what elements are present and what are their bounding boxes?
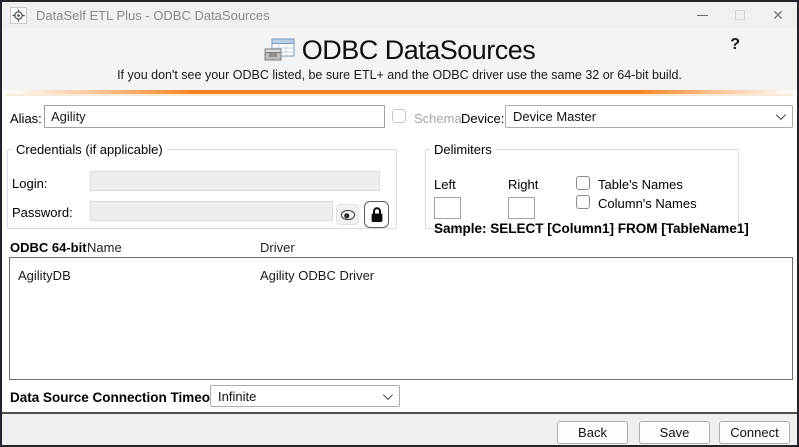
accent-divider (6, 90, 793, 96)
device-label: Device: (461, 111, 504, 126)
left-delimiter-input[interactable] (434, 197, 461, 219)
minimize-button[interactable] (683, 2, 721, 28)
login-input (90, 171, 380, 191)
schema-checkbox[interactable] (392, 109, 406, 123)
credentials-group-title: Credentials (if applicable) (12, 142, 167, 157)
datasource-driver-cell: Agility ODBC Driver (260, 268, 374, 283)
save-button[interactable]: Save (639, 421, 710, 444)
timeout-selected-value: Infinite (218, 389, 256, 404)
lock-password-button[interactable] (364, 201, 389, 228)
odbc-icon (264, 38, 296, 64)
window-title: DataSelf ETL Plus - ODBC DataSources (36, 8, 270, 23)
lock-icon (370, 206, 384, 223)
timeout-label: Data Source Connection Timeout (10, 390, 223, 405)
timeout-select[interactable]: Infinite (210, 385, 400, 407)
maximize-icon (735, 10, 745, 20)
back-button[interactable]: Back (557, 421, 628, 444)
delimiters-group-title: Delimiters (430, 142, 496, 157)
right-delimiter-input[interactable] (508, 197, 535, 219)
help-button[interactable]: ? (730, 36, 740, 54)
left-delimiter-label: Left (434, 177, 456, 192)
login-label: Login: (12, 176, 47, 191)
columns-names-label: Column's Names (598, 196, 697, 211)
chevron-down-icon (776, 110, 786, 120)
titlebar: DataSelf ETL Plus - ODBC DataSources ✕ (2, 2, 797, 28)
schema-label: Schema (414, 111, 462, 126)
page-header: ODBC DataSources (2, 35, 797, 66)
crosshair-icon (12, 9, 25, 22)
columns-names-checkbox[interactable] (576, 195, 590, 209)
tables-names-label: Table's Names (598, 177, 683, 192)
connect-button[interactable]: Connect (719, 421, 790, 444)
alias-input[interactable] (44, 105, 385, 128)
device-select[interactable]: Device Master (505, 105, 793, 128)
column-header-driver: Driver (260, 240, 295, 255)
close-button[interactable]: ✕ (759, 2, 797, 28)
datasource-list[interactable]: AgilityDB Agility ODBC Driver (9, 257, 793, 380)
alias-label: Alias: (10, 111, 42, 126)
close-icon: ✕ (772, 7, 784, 24)
datasource-name-cell: AgilityDB (18, 268, 71, 283)
page-subtitle: If you don't see your ODBC listed, be su… (2, 68, 797, 82)
delimiters-group: Delimiters Left Right Table's Names Colu… (425, 142, 739, 229)
tables-names-checkbox[interactable] (576, 176, 590, 190)
odbc-bitness-label: ODBC 64-bit (10, 240, 87, 255)
odbc-datasources-dialog: DataSelf ETL Plus - ODBC DataSources ✕ O… (0, 0, 799, 447)
password-label: Password: (12, 205, 73, 220)
footer: Back Save Connect (2, 414, 797, 445)
maximize-button[interactable] (721, 2, 759, 28)
credentials-group: Credentials (if applicable) Login: Passw… (7, 142, 397, 229)
page-title: ODBC DataSources (302, 35, 536, 66)
eye-icon (340, 209, 356, 221)
device-selected-value: Device Master (513, 109, 596, 124)
column-header-name: Name (87, 240, 122, 255)
password-input (90, 201, 333, 221)
minimize-icon (697, 15, 708, 16)
window-controls: ✕ (683, 2, 797, 28)
app-icon (10, 7, 27, 24)
delimiter-sample-text: Sample: SELECT [Column1] FROM [TableName… (434, 221, 749, 236)
chevron-down-icon (383, 390, 393, 400)
table-row[interactable]: AgilityDB Agility ODBC Driver (10, 266, 792, 290)
show-password-button[interactable] (336, 204, 359, 225)
right-delimiter-label: Right (508, 177, 538, 192)
